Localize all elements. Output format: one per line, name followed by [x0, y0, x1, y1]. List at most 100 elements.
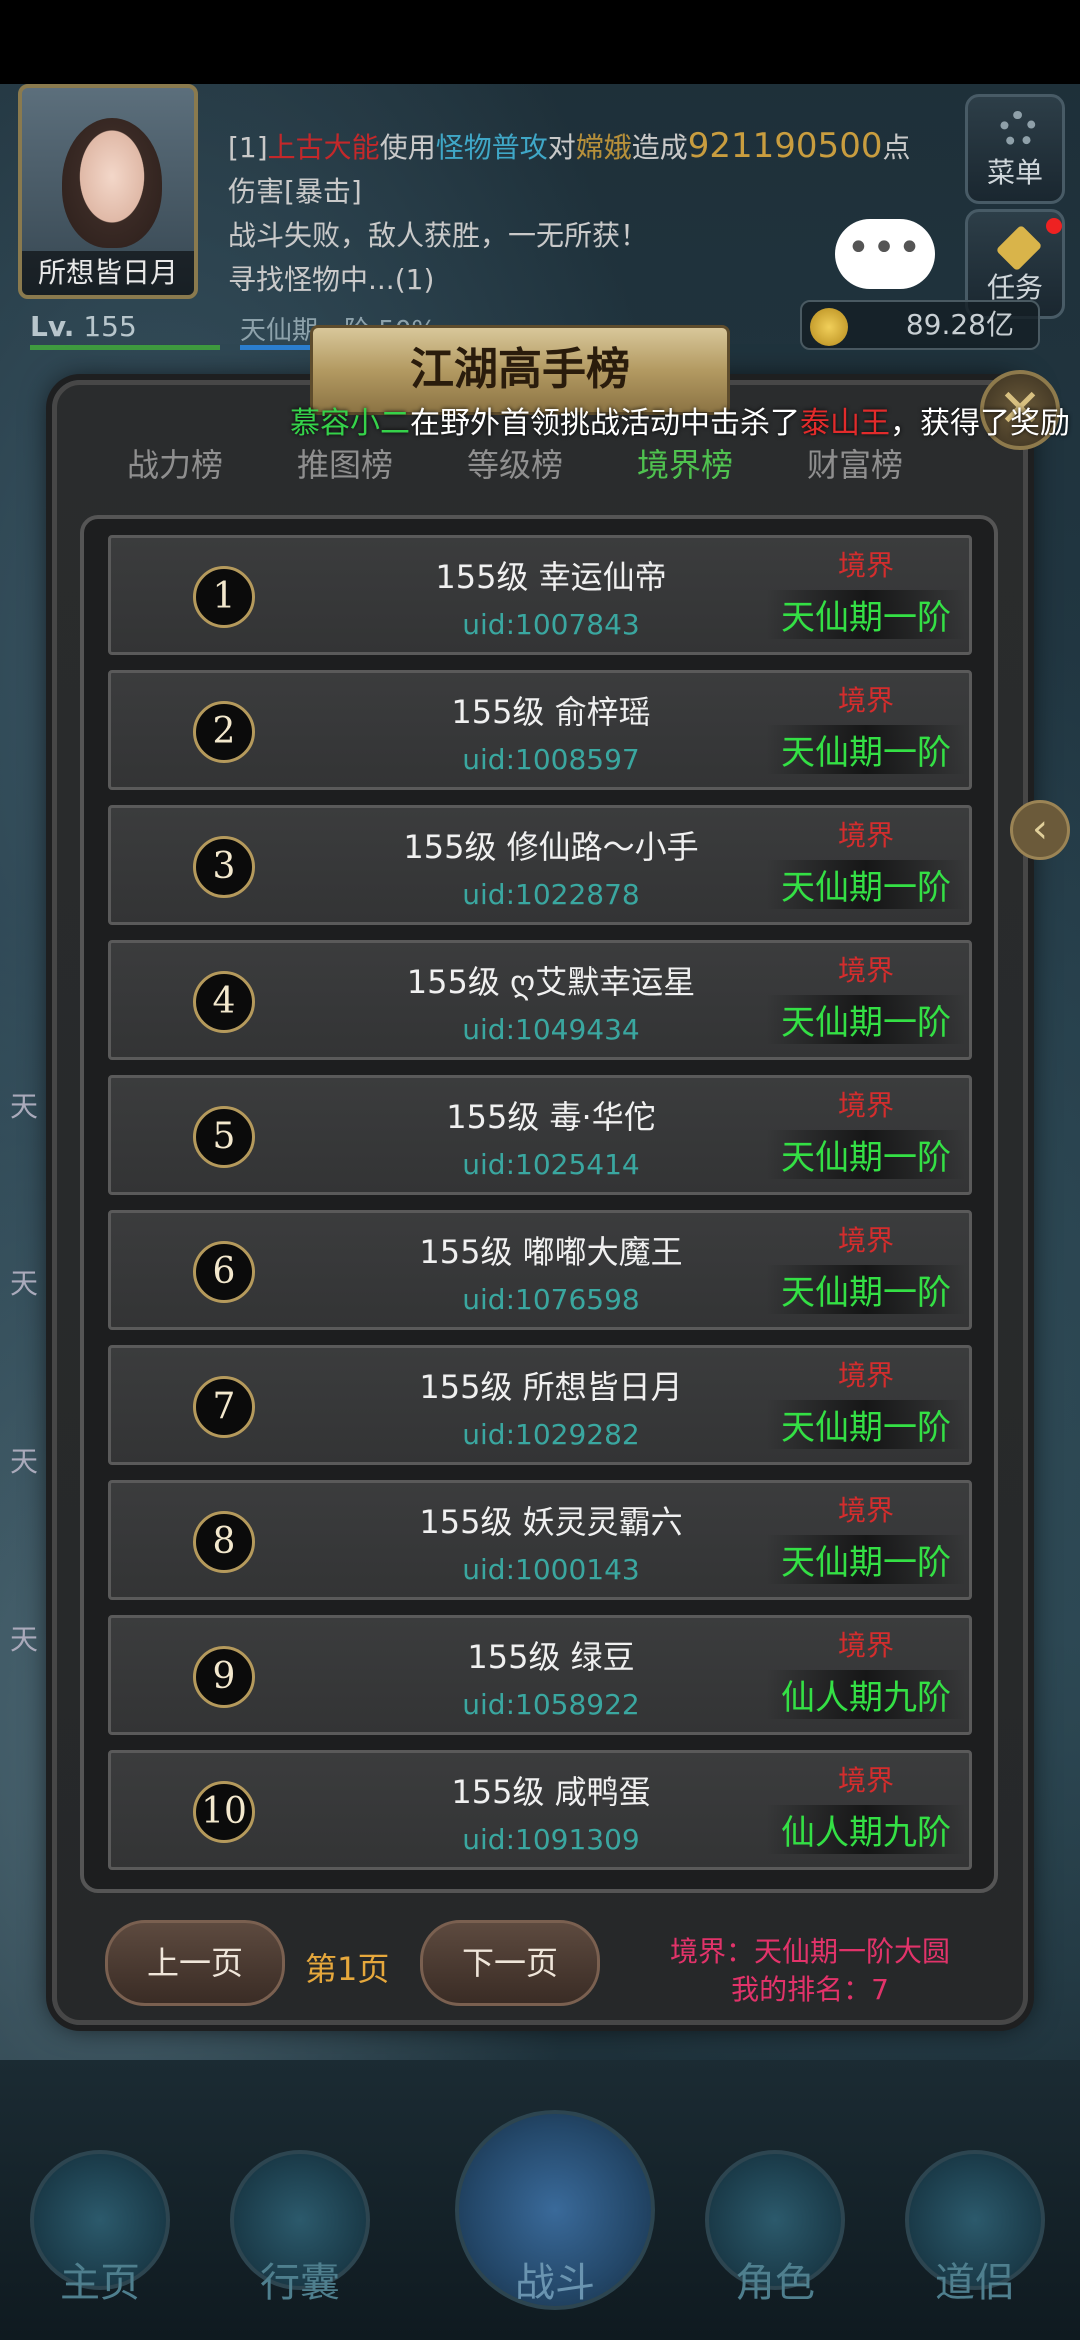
rank-badge: 9 — [193, 1646, 255, 1708]
ranking-row[interactable]: 1 155级 幸运仙帝 uid:1007843 境界天仙期一阶 — [108, 535, 972, 655]
player-uid: uid:1091309 — [462, 1823, 640, 1856]
tab-stage[interactable]: 推图榜 — [270, 440, 420, 486]
realm-label: 境界 — [837, 819, 894, 852]
tab-level[interactable]: 等级榜 — [440, 440, 590, 486]
rank-badge: 4 — [193, 971, 255, 1033]
realm-label: 境界 — [837, 1764, 894, 1797]
ranking-tabs: 战力榜 推图榜 等级榜 境界榜 财富榜 — [100, 440, 980, 492]
realm-value: 天仙期一阶 — [766, 590, 966, 639]
avatar[interactable]: 所想皆日月 — [18, 84, 198, 299]
my-rank: 我的排名：7 — [731, 1973, 889, 2006]
ranking-row[interactable]: 4 155级 ღ艾默幸运星 uid:1049434 境界天仙期一阶 — [108, 940, 972, 1060]
realm-label: 境界 — [837, 954, 894, 987]
realm-value: 仙人期九阶 — [766, 1805, 966, 1854]
prev-page-button[interactable]: 上一页 — [105, 1920, 285, 2006]
ranking-row[interactable]: 3 155级 修仙路～小手 uid:1022878 境界天仙期一阶 — [108, 805, 972, 925]
realm-value: 天仙期一阶 — [766, 1400, 966, 1449]
tab-realm[interactable]: 境界榜 — [610, 440, 760, 486]
next-page-button[interactable]: 下一页 — [420, 1920, 600, 2006]
realm-label: 境界 — [837, 684, 894, 717]
player-uid: uid:1007843 — [462, 608, 640, 641]
player-level-name: 155级 绿豆 — [467, 1638, 635, 1676]
rank-badge: 2 — [193, 701, 255, 763]
player-uid: uid:1049434 — [462, 1013, 640, 1046]
rank-badge: 8 — [193, 1511, 255, 1573]
ranking-row[interactable]: 9 155级 绿豆 uid:1058922 境界仙人期九阶 — [108, 1615, 972, 1735]
avatar-portrait — [62, 118, 162, 248]
ranking-row[interactable]: 10 155级 咸鸭蛋 uid:1091309 境界仙人期九阶 — [108, 1750, 972, 1870]
background-label: 天 — [10, 1267, 39, 1300]
side-collapse-button[interactable]: ‹ — [1010, 800, 1070, 860]
rank-badge: 1 — [193, 566, 255, 628]
ranking-row[interactable]: 6 155级 嘟嘟大魔王 uid:1076598 境界 天仙期一阶 — [108, 1210, 972, 1330]
rank-badge: 7 — [193, 1376, 255, 1438]
player-uid: uid:1076598 — [462, 1283, 640, 1316]
nav-partner[interactable]: 道侣 — [885, 2150, 1065, 2320]
player-name: 所想皆日月 — [22, 251, 194, 295]
broadcast-message: 慕容小二在野外首领挑战活动中击杀了泰山王，获得了奖励 — [290, 406, 1070, 441]
level-progress — [30, 345, 220, 350]
realm-value: 天仙期一阶 — [766, 1535, 966, 1584]
task-icon — [995, 224, 1043, 272]
realm-value: 天仙期一阶 — [766, 1265, 966, 1314]
rank-badge: 3 — [193, 836, 255, 898]
player-level-name: 155级 幸运仙帝 — [435, 558, 667, 596]
rank-badge: 6 — [193, 1241, 255, 1303]
player-level-name: 155级 毒·华佗 — [446, 1098, 656, 1136]
nav-role[interactable]: 角色 — [685, 2150, 865, 2320]
nav-battle[interactable]: 战斗 — [455, 2110, 655, 2320]
realm-label: 境界 — [837, 1629, 894, 1662]
player-uid: uid:1000143 — [462, 1553, 640, 1586]
coin-icon — [810, 308, 848, 346]
money-display: 89.28亿 — [800, 300, 1040, 350]
player-level-name: 155级 妖灵灵霸六 — [419, 1503, 683, 1541]
rank-badge: 10 — [193, 1781, 255, 1843]
nav-home[interactable]: 主页 — [10, 2150, 190, 2320]
player-level-name: 155级 修仙路～小手 — [403, 828, 699, 866]
background-label: 天 — [10, 1090, 39, 1123]
status-bar — [0, 0, 1080, 84]
battle-log-line-4: 寻找怪物中...(1) — [228, 263, 435, 296]
page-number: 第1页 — [305, 1950, 390, 1988]
bottom-navigation: 主页 行囊 战斗 角色 道侣 — [0, 2060, 1080, 2340]
player-level-name: 155级 俞梓瑶 — [451, 693, 651, 731]
menu-button[interactable]: 菜单 — [965, 94, 1065, 204]
tab-wealth[interactable]: 财富榜 — [780, 440, 930, 486]
realm-value: 仙人期九阶 — [766, 1670, 966, 1719]
player-level-name: 155级 咸鸭蛋 — [451, 1773, 651, 1811]
realm-value: 天仙期一阶 — [766, 1130, 966, 1179]
ranking-row[interactable]: 8 155级 妖灵灵霸六 uid:1000143 境界天仙期一阶 — [108, 1480, 972, 1600]
player-uid: uid:1025414 — [462, 1148, 640, 1181]
realm-label: 境界 — [837, 1089, 894, 1122]
battle-log-line-2: 伤害[暴击] — [228, 175, 362, 208]
chat-bubble-button[interactable]: ••• — [835, 219, 935, 289]
tab-power[interactable]: 战力榜 — [100, 440, 250, 486]
realm-value: 天仙期一阶 — [766, 725, 966, 774]
realm-label: 境界 — [837, 1494, 894, 1527]
ranking-row[interactable]: 7 155级 所想皆日月 uid:1029282 境界天仙期一阶 — [108, 1345, 972, 1465]
player-uid: uid:1058922 — [462, 1688, 640, 1721]
notification-dot — [1046, 218, 1062, 234]
battle-log: [1]上古大能使用怪物普攻对嫦娥造成921190500点 伤害[暴击] 战斗失败… — [228, 124, 928, 302]
player-uid: uid:1008597 — [462, 743, 640, 776]
realm-value: 天仙期一阶 — [766, 995, 966, 1044]
player-level-name: 155级 所想皆日月 — [419, 1368, 683, 1406]
battle-log-line-3: 战斗失败，敌人获胜，一无所获！ — [228, 219, 649, 252]
ranking-row[interactable]: 5 155级 毒·华佗 uid:1025414 境界天仙期一阶 — [108, 1075, 972, 1195]
player-uid: uid:1022878 — [462, 878, 640, 911]
ranking-row[interactable]: 2 155级 俞梓瑶 uid:1008597 境界天仙期一阶 — [108, 670, 972, 790]
rank-badge: 5 — [193, 1106, 255, 1168]
realm-value: 天仙期一阶 — [766, 860, 966, 909]
gear-icon — [1000, 111, 1036, 147]
player-level-name: 155级 嘟嘟大魔王 — [419, 1233, 683, 1271]
player-level-name: 155级 ღ艾默幸运星 — [406, 963, 696, 1001]
background-label: 天 — [10, 1623, 39, 1656]
battle-log-line-1: [1]上古大能使用怪物普攻对嫦娥造成921190500点 — [228, 126, 911, 166]
realm-label: 境界 — [837, 1359, 894, 1392]
nav-bag[interactable]: 行囊 — [210, 2150, 390, 2320]
my-realm: 境界：天仙期一阶大圆 — [669, 1935, 950, 1968]
player-uid: uid:1029282 — [462, 1418, 640, 1451]
realm-label: 境界 — [837, 549, 894, 582]
background-label: 天 — [10, 1445, 39, 1478]
level-bar: Lv. 155 — [30, 310, 220, 350]
